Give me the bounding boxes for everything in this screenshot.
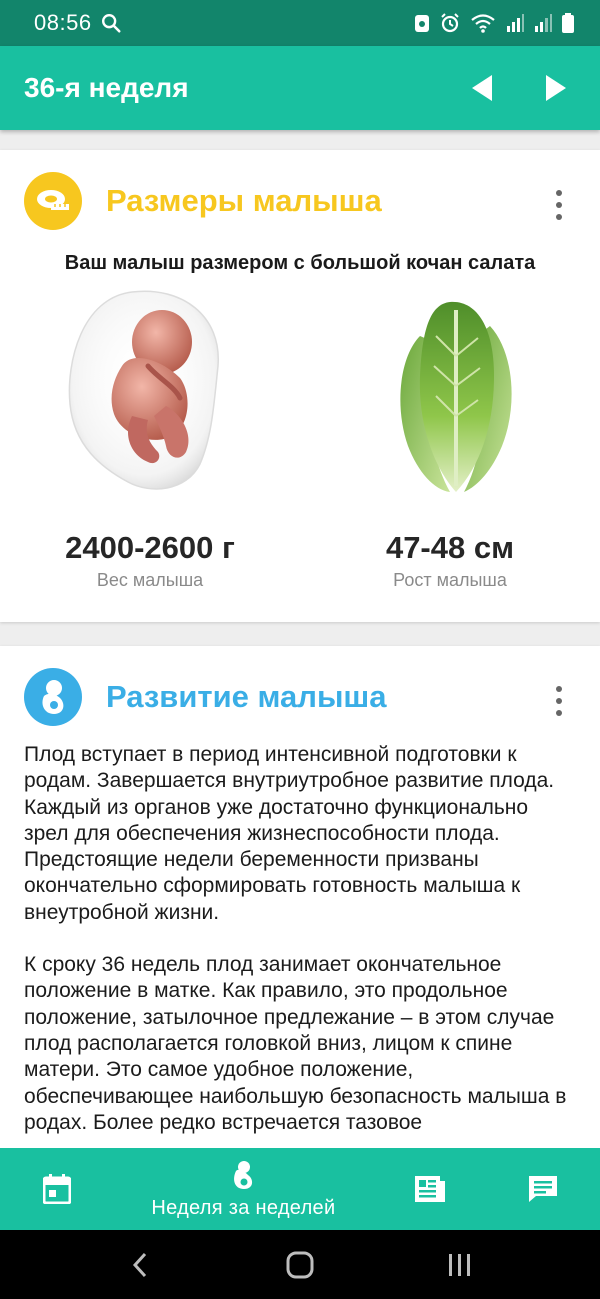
next-week-button[interactable]: [536, 68, 576, 108]
app-bar: 36-я неделя: [0, 46, 600, 130]
development-text: Плод вступает в период интенсивной подго…: [24, 742, 572, 1148]
tab-label: Неделя за неделей: [151, 1196, 336, 1219]
back-icon: [132, 1252, 147, 1277]
status-time: 08:56: [34, 10, 92, 35]
development-paragraph: Плод вступает в период интенсивной подго…: [24, 743, 555, 924]
lock-icon: [415, 15, 429, 32]
arrow-left-icon: [472, 75, 492, 101]
more-options-button[interactable]: [552, 190, 566, 220]
size-comparison-caption: Ваш малыш размером с большой кочан салат…: [64, 252, 536, 274]
newspaper-icon: [415, 1176, 446, 1202]
bottom-navigation: Неделя за неделей: [0, 1148, 600, 1230]
recent-apps-button[interactable]: [430, 1240, 490, 1290]
back-button[interactable]: [110, 1240, 170, 1290]
measuring-tape-icon: [24, 172, 82, 230]
tab-week-by-week[interactable]: Неделя за неделей: [113, 1148, 373, 1230]
previous-week-button[interactable]: [462, 68, 502, 108]
baby-size-card: Размеры малыша Ваш малыш размером с боль…: [0, 150, 600, 622]
wifi-icon: [471, 14, 495, 33]
alarm-icon: [441, 13, 459, 33]
baby-height-label: Рост малыша: [393, 570, 507, 590]
battery-icon: [562, 13, 574, 33]
fetus-illustration: [68, 290, 219, 490]
tab-calendar[interactable]: [0, 1148, 113, 1230]
baby-height-value: 47-48 см: [385, 530, 515, 565]
fetus-tab-icon: [234, 1160, 253, 1189]
baby-weight-value: 2400-2600 г: [65, 530, 235, 565]
system-navigation-bar: [0, 1230, 600, 1299]
calendar-icon: [42, 1174, 71, 1204]
signal-icon: [507, 14, 524, 32]
more-options-button[interactable]: [552, 686, 566, 716]
development-paragraph: К сроку 36 недель плод занимает окончате…: [24, 953, 567, 1134]
home-button[interactable]: [270, 1240, 330, 1290]
card-header: Развитие малыша: [24, 668, 387, 726]
arrow-right-icon: [546, 75, 566, 101]
content-scroll[interactable]: Размеры малыша Ваш малыш размером с боль…: [0, 130, 600, 1148]
card-header: Размеры малыша: [24, 172, 382, 230]
status-bar: 08:56: [0, 0, 600, 46]
signal-icon-2: [535, 14, 552, 32]
fetus-icon: [24, 668, 82, 726]
page-title: 36-я неделя: [24, 72, 189, 103]
card-title: Размеры малыша: [106, 183, 382, 218]
tab-forum[interactable]: [487, 1148, 600, 1230]
baby-development-card: Развитие малыша Плод вступает в период и…: [0, 646, 600, 1148]
baby-weight-label: Вес малыша: [96, 570, 204, 590]
recent-apps-icon: [449, 1253, 470, 1276]
chat-icon: [529, 1176, 558, 1202]
tab-articles[interactable]: [374, 1148, 487, 1230]
search-icon: [101, 14, 121, 33]
home-icon: [286, 1251, 314, 1278]
lettuce-illustration: [400, 301, 512, 492]
card-title: Развитие малыша: [106, 679, 387, 714]
